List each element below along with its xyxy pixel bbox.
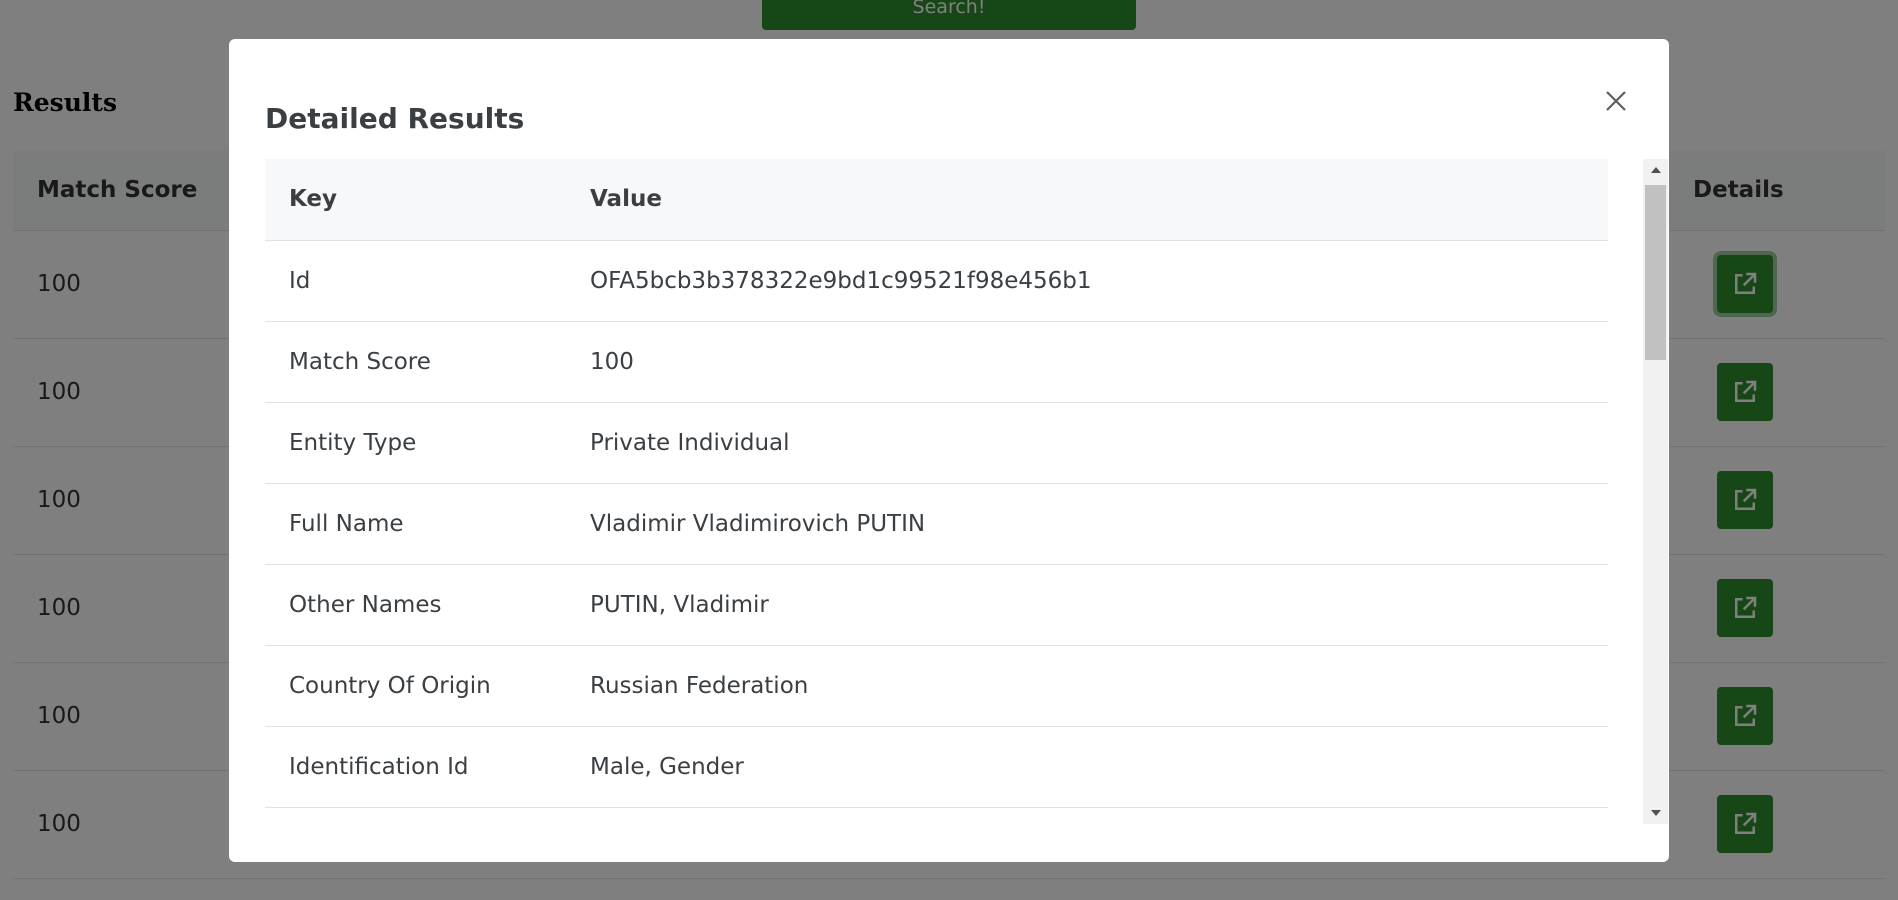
detail-key: Entity Type <box>265 402 566 484</box>
detail-value: OFA5bcb3b378322e9bd1c99521f98e456b1 <box>566 240 1608 322</box>
detail-key: Full Name <box>265 483 566 565</box>
close-button[interactable] <box>1594 79 1638 123</box>
table-row: Match Score 100 <box>265 321 1608 403</box>
modal-title: Detailed Results <box>265 102 525 135</box>
key-header: Key <box>265 159 566 241</box>
scrollbar-thumb[interactable] <box>1645 185 1666 360</box>
detail-key: Id <box>265 240 566 322</box>
detail-key: Match Score <box>265 321 566 403</box>
table-row: Other Names PUTIN, Vladimir <box>265 564 1608 646</box>
detail-value: 100 <box>566 321 1608 403</box>
detail-value: Male, Gender <box>566 726 1608 808</box>
table-row: Id OFA5bcb3b378322e9bd1c99521f98e456b1 <box>265 240 1608 322</box>
modal-body: Key Value Id OFA5bcb3b378322e9bd1c99521f… <box>265 159 1635 862</box>
detailed-results-modal: Detailed Results Key Value Id OFA5bcb3b3… <box>229 39 1669 862</box>
detail-value: Russian Federation <box>566 645 1608 727</box>
detail-header-row: Key Value <box>265 159 1608 241</box>
close-icon <box>1606 91 1626 111</box>
modal-scrollbar[interactable] <box>1643 159 1668 824</box>
scroll-up-arrow[interactable] <box>1643 159 1668 181</box>
detail-table: Key Value Id OFA5bcb3b378322e9bd1c99521f… <box>265 159 1608 808</box>
detail-key: Identification Id <box>265 726 566 808</box>
detail-value: Vladimir Vladimirovich PUTIN <box>566 483 1608 565</box>
detail-value: PUTIN, Vladimir <box>566 564 1608 646</box>
value-header: Value <box>566 159 1608 241</box>
table-row: Full Name Vladimir Vladimirovich PUTIN <box>265 483 1608 565</box>
table-row: Country Of Origin Russian Federation <box>265 645 1608 727</box>
scroll-down-arrow[interactable] <box>1643 802 1668 824</box>
detail-key: Country Of Origin <box>265 645 566 727</box>
table-row: Identification Id Male, Gender <box>265 726 1608 808</box>
detail-value: Private Individual <box>566 402 1608 484</box>
table-row: Entity Type Private Individual <box>265 402 1608 484</box>
detail-key: Other Names <box>265 564 566 646</box>
